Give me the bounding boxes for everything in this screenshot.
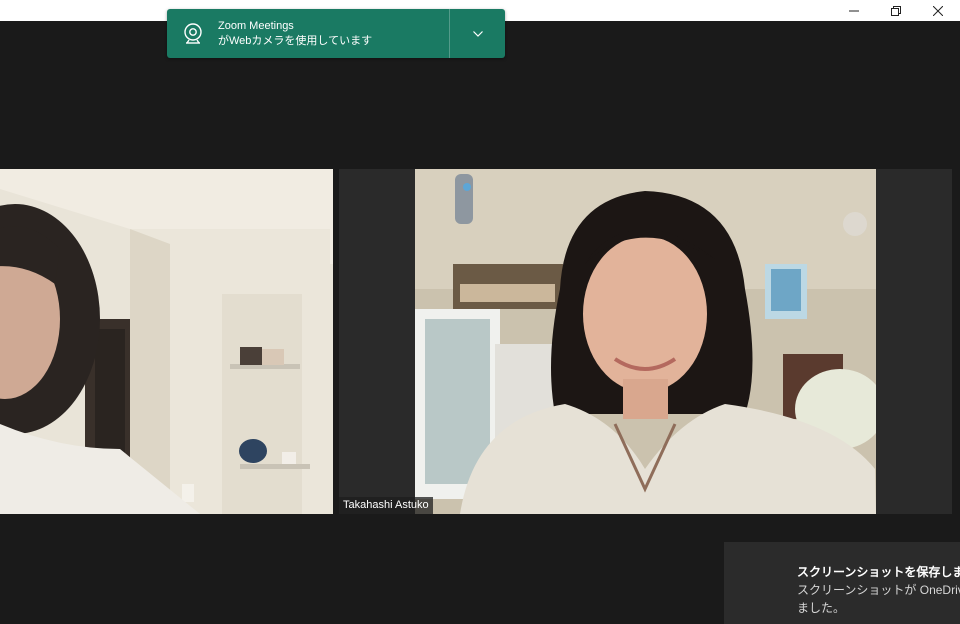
chevron-down-icon xyxy=(472,30,483,37)
restore-icon xyxy=(891,5,901,16)
participant-name-label: Takahashi Astuko xyxy=(339,497,433,514)
close-button[interactable] xyxy=(917,0,959,21)
minimize-button[interactable] xyxy=(833,0,875,21)
close-icon xyxy=(933,5,943,16)
notification-app-name: Zoom Meetings xyxy=(218,20,294,32)
notification-message: がWebカメラを使用しています xyxy=(218,35,373,47)
toast-body-line-1: スクリーンショットが OneDrive xyxy=(797,583,960,597)
participant-video-1-image xyxy=(0,169,333,514)
notification-expand-button[interactable] xyxy=(450,9,505,58)
participant-video-2[interactable] xyxy=(415,169,876,514)
toast-body-line-2: ました。 xyxy=(797,601,846,615)
toast-title: スクリーンショットを保存しました xyxy=(797,565,960,579)
camera-in-use-notification[interactable]: Zoom Meetings がWebカメラを使用しています xyxy=(167,9,505,58)
participant-video-1[interactable] xyxy=(0,169,333,514)
webcam-icon xyxy=(184,23,202,44)
restore-button[interactable] xyxy=(875,0,917,21)
screenshot-saved-toast[interactable]: スクリーンショットを保存しました スクリーンショットが OneDrive ました… xyxy=(724,542,960,624)
participant-video-2-image xyxy=(415,169,876,514)
minimize-icon xyxy=(849,10,859,11)
